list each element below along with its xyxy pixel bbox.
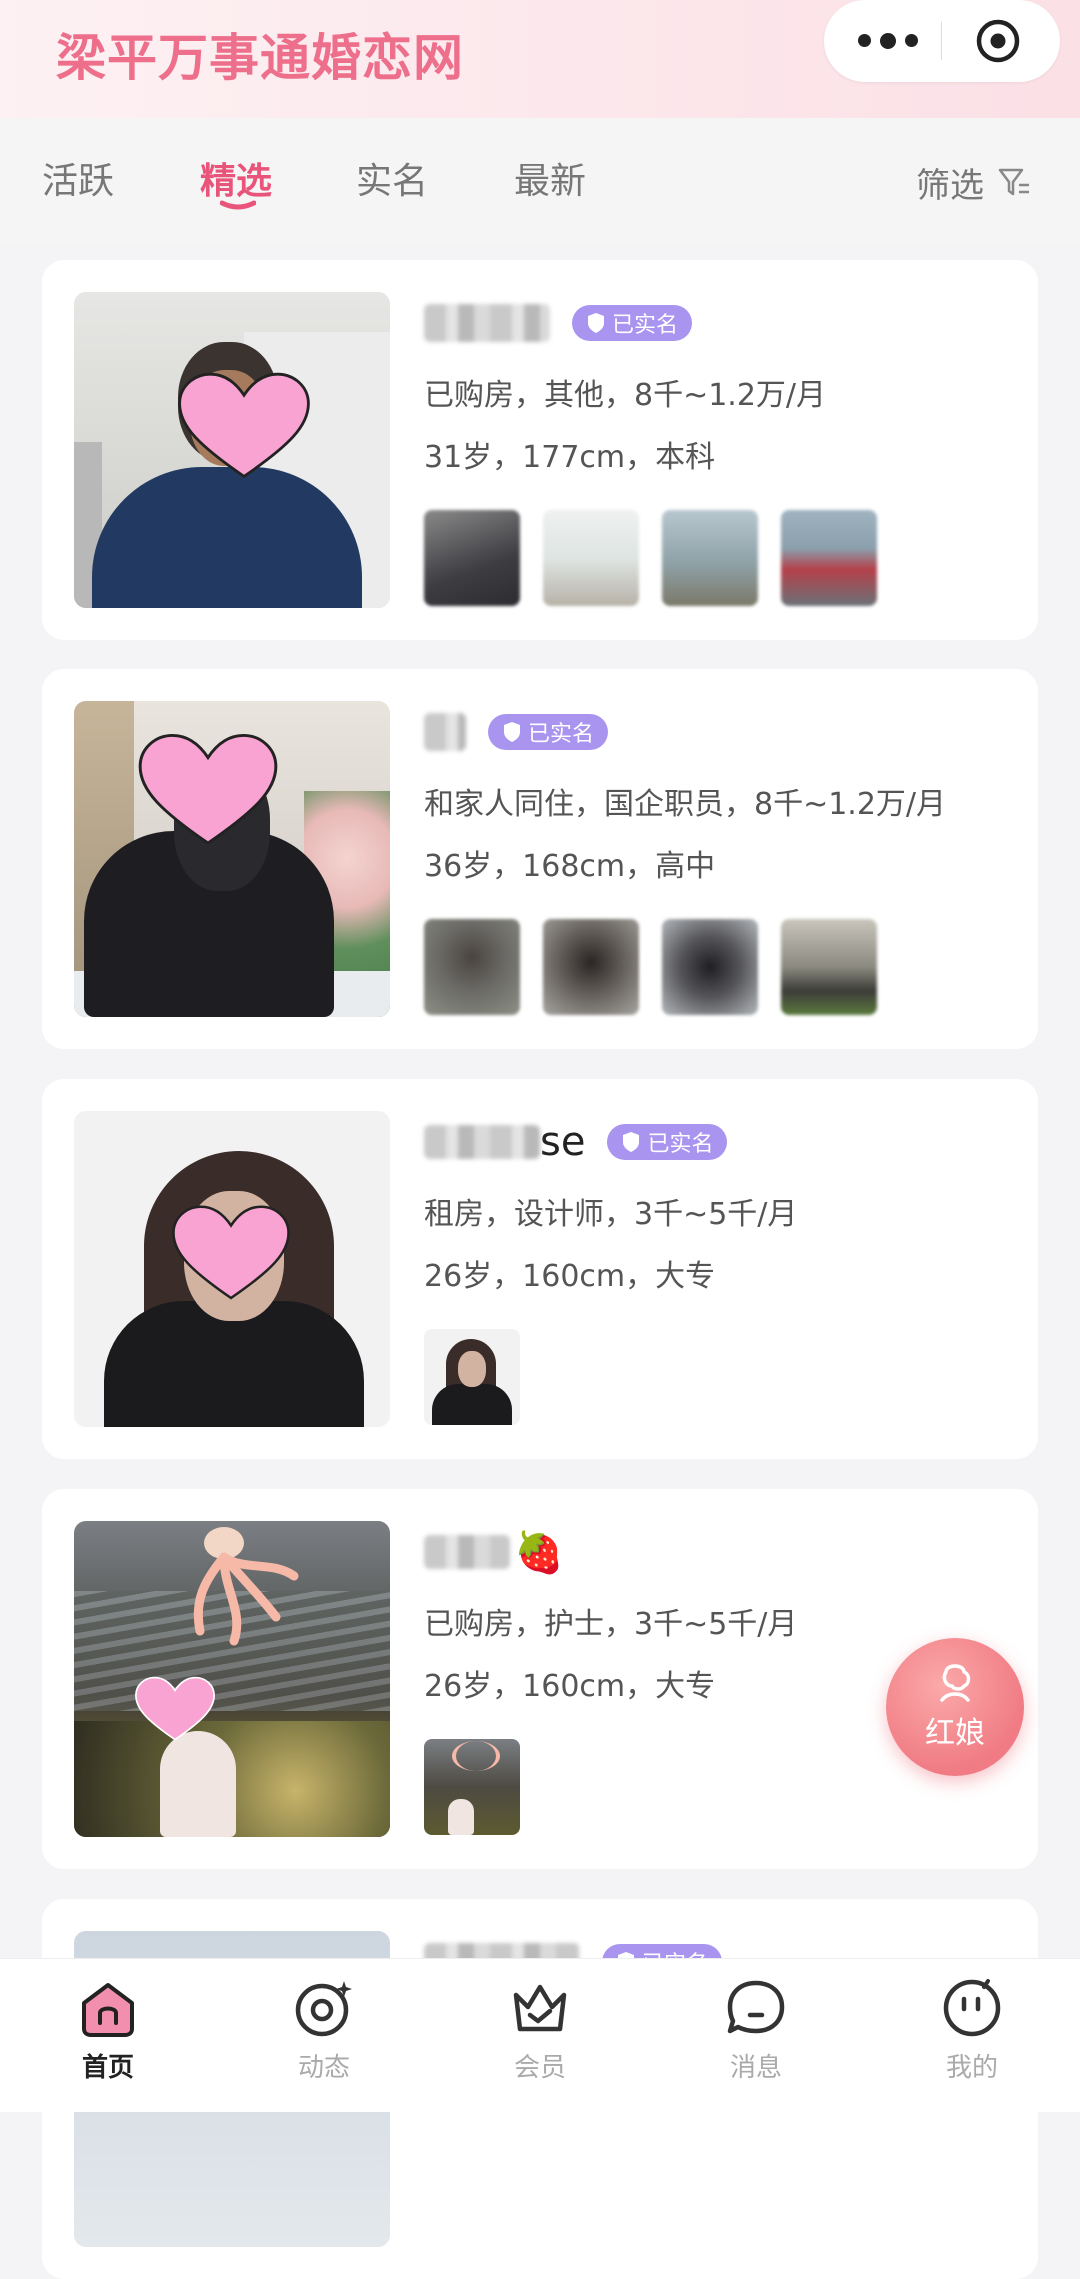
profile-photo[interactable] xyxy=(74,1111,390,1427)
verified-badge: 已实名 xyxy=(572,305,693,341)
nav-membership[interactable]: 会员 xyxy=(470,1977,610,2084)
photo-thumbnail[interactable] xyxy=(543,510,639,606)
verified-badge-label: 已实名 xyxy=(528,722,595,747)
bottom-nav: 首页 动态 会员 消息 我的 xyxy=(0,1958,1080,2112)
profile-info: 已购房，其他，8千~1.2万/月 xyxy=(424,378,827,413)
profile-photo[interactable] xyxy=(74,292,390,608)
shield-icon xyxy=(588,313,604,333)
photo-thumbnails xyxy=(424,919,877,1015)
nav-messages-label: 消息 xyxy=(729,2053,782,2083)
photo-thumbnail[interactable] xyxy=(424,1329,520,1425)
profile-icon xyxy=(943,1979,1001,2037)
heart-sticker-icon xyxy=(138,733,278,845)
tab-verified[interactable]: 实名 xyxy=(356,152,428,204)
strawberry-emoji: 🍓 xyxy=(514,1529,564,1576)
nav-me-label: 我的 xyxy=(945,2053,998,2083)
filter-button[interactable]: 筛选 xyxy=(916,158,1032,207)
photo-thumbnails xyxy=(424,1739,520,1835)
nav-messages[interactable]: 消息 xyxy=(686,1977,826,2084)
app-header: 梁平万事通婚恋网 xyxy=(0,0,1080,118)
balloon-sticker-icon xyxy=(193,1527,299,1646)
profile-card[interactable]: se 已实名 租房，设计师，3千~5千/月 26岁，160cm，大专 xyxy=(42,1079,1038,1459)
nav-me[interactable]: 我的 xyxy=(902,1977,1042,2084)
profile-photo[interactable] xyxy=(74,701,390,1017)
matchmaker-label: 红娘 xyxy=(925,1716,985,1751)
nav-home[interactable]: 首页 xyxy=(38,1977,178,2084)
heart-sticker-icon xyxy=(172,1205,290,1300)
tab-featured[interactable]: 精选 xyxy=(200,152,272,204)
more-icon[interactable] xyxy=(858,32,918,49)
photo-thumbnail[interactable] xyxy=(662,510,758,606)
verified-badge: 已实名 xyxy=(488,714,609,750)
photo-thumbnails xyxy=(424,1329,520,1425)
profile-stats: 36岁，168cm，高中 xyxy=(424,849,716,884)
profile-info: 已购房，护士，3千~5千/月 xyxy=(424,1607,798,1642)
verified-badge-label: 已实名 xyxy=(612,313,679,338)
tab-active-users[interactable]: 活跃 xyxy=(42,152,114,204)
tab-bar: 活跃 精选 实名 最新 筛选 xyxy=(0,118,1080,246)
crown-icon xyxy=(513,1984,567,2032)
verified-badge: 已实名 xyxy=(607,1124,728,1160)
mini-program-capsule xyxy=(824,0,1060,82)
photo-thumbnail[interactable] xyxy=(781,919,877,1015)
filter-icon xyxy=(998,168,1029,195)
nav-home-label: 首页 xyxy=(81,2053,134,2083)
message-icon xyxy=(727,1980,785,2034)
profile-info: 租房，设计师，3千~5千/月 xyxy=(424,1197,798,1232)
moments-icon xyxy=(295,1981,352,2037)
profile-card[interactable]: 🍓 已购房，护士，3千~5千/月 26岁，160cm，大专 xyxy=(42,1489,1038,1869)
home-icon xyxy=(82,1983,134,2037)
shield-icon xyxy=(623,1132,640,1152)
photo-thumbnail[interactable] xyxy=(543,919,639,1015)
matchmaker-icon xyxy=(940,1664,971,1702)
filter-label: 筛选 xyxy=(916,166,984,206)
photo-thumbnail[interactable] xyxy=(424,919,520,1015)
close-target-icon[interactable] xyxy=(975,18,1021,64)
nav-membership-label: 会员 xyxy=(513,2053,566,2083)
profile-photo[interactable] xyxy=(74,1521,390,1837)
capsule-divider xyxy=(941,22,942,60)
photo-thumbnails xyxy=(424,510,877,606)
profile-info: 和家人同住，国企职员，8千~1.2万/月 xyxy=(424,787,947,822)
nav-moments[interactable]: 动态 xyxy=(254,1977,394,2084)
verified-badge-label: 已实名 xyxy=(647,1132,714,1157)
profile-name-row: se 已实名 xyxy=(424,1117,728,1167)
profile-stats: 26岁，160cm，大专 xyxy=(424,1669,716,1704)
profile-name: se xyxy=(424,1119,585,1165)
profile-name-row: 已实名 xyxy=(424,707,609,757)
profile-stats: 31岁，177cm，本科 xyxy=(424,440,716,475)
profile-name xyxy=(424,713,466,751)
profile-name: 🍓 xyxy=(424,1529,564,1576)
profile-name xyxy=(424,304,550,342)
profile-card[interactable]: 已实名 已购房，其他，8千~1.2万/月 31岁，177cm，本科 xyxy=(42,260,1038,640)
shield-icon xyxy=(504,722,520,742)
photo-thumbnail[interactable] xyxy=(424,1739,520,1835)
profile-card[interactable]: 已实名 和家人同住，国企职员，8千~1.2万/月 36岁，168cm，高中 xyxy=(42,669,1038,1049)
profile-name-row: 🍓 xyxy=(424,1527,564,1577)
heart-sticker-icon xyxy=(135,1676,215,1741)
app-title: 梁平万事通婚恋网 xyxy=(56,28,464,87)
profile-name-row: 已实名 xyxy=(424,298,693,348)
photo-thumbnail[interactable] xyxy=(781,510,877,606)
photo-thumbnail[interactable] xyxy=(424,510,520,606)
tab-newest[interactable]: 最新 xyxy=(514,152,586,204)
profile-stats: 26岁，160cm，大专 xyxy=(424,1259,716,1294)
photo-thumbnail[interactable] xyxy=(662,919,758,1015)
nav-moments-label: 动态 xyxy=(297,2053,350,2083)
matchmaker-button[interactable]: 红娘 xyxy=(886,1638,1024,1776)
tab-underline xyxy=(220,200,256,210)
profile-name-text: se xyxy=(540,1119,586,1165)
heart-sticker-icon xyxy=(178,372,310,479)
